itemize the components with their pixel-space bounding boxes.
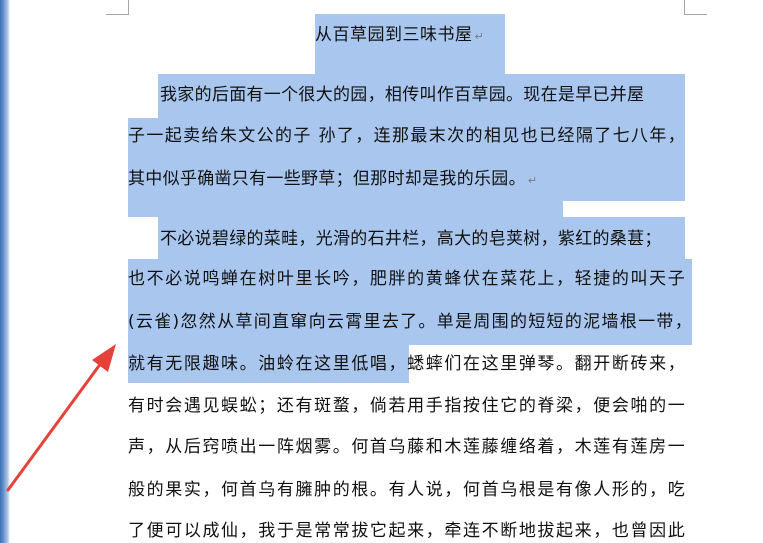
page-corner-mark-right — [684, 0, 707, 15]
text-line-7[interactable]: 就有无限趣味。油蛉在这里低唱，蟋蟀们在这里弹琴。翻开断砖来， — [128, 352, 685, 376]
window-left-edge — [0, 0, 10, 543]
paragraph-mark-icon: ↵ — [474, 30, 485, 43]
text-line-2[interactable]: 子一起卖给朱文公的子 孙了，连那最末次的相见也已经隔了七八年， — [128, 124, 685, 148]
document-title[interactable]: 从百草园到三味书屋 ↵ — [315, 23, 484, 49]
text-line-10[interactable]: 般的果实，何首乌有臃肿的根。有人说，何首乌根是有像人形的，吃 — [128, 478, 685, 502]
paragraph-mark-icon: ↵ — [527, 174, 538, 187]
text-line-9[interactable]: 声，从后窍喷出一阵烟雾。何首乌藤和木莲藤缠络着，木莲有莲房一 — [128, 435, 685, 459]
text-line-4[interactable]: 不必说碧绿的菜畦，光滑的石井栏，高大的皂荚树，紫红的桑葚； — [160, 227, 685, 251]
text-line-6[interactable]: (云雀)忽然从草间直窜向云霄里去了。单是周围的短短的泥墙根一带， — [128, 310, 692, 334]
text-line-3[interactable]: 其中似乎确凿只有一些野草；但那时却是我的乐园。 ↵ — [128, 167, 537, 191]
text-line-11[interactable]: 了便可以成仙，我于是常常拔它起来，牵连不断地拔起来，也曾因此 — [128, 519, 685, 543]
text-line-5[interactable]: 也不必说鸣蝉在树叶里长吟，肥胖的黄蜂伏在菜花上，轻捷的叫天子 — [128, 267, 685, 291]
text-line-8[interactable]: 有时会遇见蜈蚣；还有斑蝥，倘若用手指按住它的脊梁，便会啪的一 — [128, 394, 685, 418]
text-line-1[interactable]: 我家的后面有一个很大的园，相传叫作百草园。现在是早已并屋 — [160, 83, 685, 107]
page-corner-mark-left — [106, 0, 129, 15]
selection-highlight-para-gap — [128, 201, 563, 217]
